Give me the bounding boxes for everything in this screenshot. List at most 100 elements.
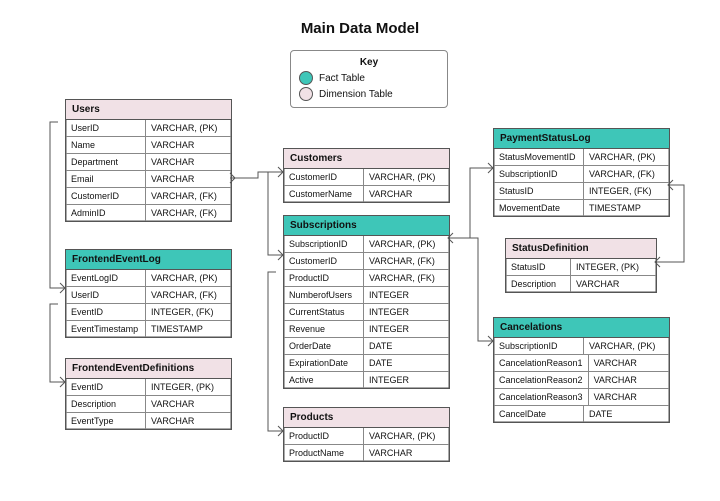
column-row: ActiveINTEGER bbox=[284, 371, 449, 388]
column-type: TIMESTAMP bbox=[584, 200, 669, 216]
column-name: UserID bbox=[66, 120, 146, 136]
column-name: EventID bbox=[66, 304, 146, 320]
legend: Key Fact Table Dimension Table bbox=[290, 50, 448, 108]
column-name: ProductName bbox=[284, 445, 364, 461]
entity-header: Subscriptions bbox=[284, 216, 449, 236]
column-name: Revenue bbox=[284, 321, 364, 337]
column-row: CurrentStatusINTEGER bbox=[284, 303, 449, 320]
column-row: StatusIDINTEGER, (PK) bbox=[506, 259, 656, 275]
legend-title: Key bbox=[299, 57, 439, 68]
entity-rows: StatusIDINTEGER, (PK)DescriptionVARCHAR bbox=[506, 259, 656, 292]
legend-row-fact: Fact Table bbox=[299, 71, 439, 85]
column-type: VARCHAR, (FK) bbox=[364, 270, 449, 286]
entity-header: FrontendEventLog bbox=[66, 250, 231, 270]
entity-customers: Customers CustomerIDVARCHAR, (PK)Custome… bbox=[283, 148, 450, 203]
column-row: OrderDateDATE bbox=[284, 337, 449, 354]
column-row: RevenueINTEGER bbox=[284, 320, 449, 337]
column-name: NumberofUsers bbox=[284, 287, 364, 303]
column-name: StatusID bbox=[506, 259, 571, 275]
legend-fact-label: Fact Table bbox=[319, 73, 365, 84]
column-type: VARCHAR, (PK) bbox=[364, 236, 449, 252]
column-row: CustomerNameVARCHAR bbox=[284, 185, 449, 202]
entity-rows: UserIDVARCHAR, (PK)NameVARCHARDepartment… bbox=[66, 120, 231, 221]
column-row: DepartmentVARCHAR bbox=[66, 153, 231, 170]
column-row: MovementDateTIMESTAMP bbox=[494, 199, 669, 216]
column-type: VARCHAR bbox=[146, 171, 231, 187]
entity-rows: CustomerIDVARCHAR, (PK)CustomerNameVARCH… bbox=[284, 169, 449, 202]
column-row: CancelationReason3VARCHAR bbox=[494, 388, 669, 405]
legend-dim-label: Dimension Table bbox=[319, 89, 393, 100]
entity-rows: StatusMovementIDVARCHAR, (PK)Subscriptio… bbox=[494, 149, 669, 216]
column-row: EmailVARCHAR bbox=[66, 170, 231, 187]
column-row: StatusMovementIDVARCHAR, (PK) bbox=[494, 149, 669, 165]
column-name: Description bbox=[506, 276, 571, 292]
column-type: VARCHAR bbox=[146, 137, 231, 153]
column-name: SubscriptionID bbox=[494, 166, 584, 182]
column-type: VARCHAR bbox=[146, 396, 231, 412]
column-name: SubscriptionID bbox=[494, 338, 584, 354]
column-name: CancelationReason1 bbox=[494, 355, 589, 371]
column-row: DescriptionVARCHAR bbox=[66, 395, 231, 412]
column-row: ProductNameVARCHAR bbox=[284, 444, 449, 461]
column-name: CustomerID bbox=[66, 188, 146, 204]
column-row: CancelDateDATE bbox=[494, 405, 669, 422]
column-row: UserIDVARCHAR, (PK) bbox=[66, 120, 231, 136]
legend-row-dim: Dimension Table bbox=[299, 87, 439, 101]
entity-products: Products ProductIDVARCHAR, (PK)ProductNa… bbox=[283, 407, 450, 462]
column-row: ProductIDVARCHAR, (FK) bbox=[284, 269, 449, 286]
column-row: CustomerIDVARCHAR, (FK) bbox=[66, 187, 231, 204]
entity-frontend-event-definitions: FrontendEventDefinitions EventIDINTEGER,… bbox=[65, 358, 232, 430]
column-name: Description bbox=[66, 396, 146, 412]
column-type: INTEGER, (FK) bbox=[146, 304, 231, 320]
column-row: DescriptionVARCHAR bbox=[506, 275, 656, 292]
column-type: DATE bbox=[364, 355, 449, 371]
entity-cancelations: Cancelations SubscriptionIDVARCHAR, (PK)… bbox=[493, 317, 670, 423]
column-type: VARCHAR, (PK) bbox=[364, 169, 449, 185]
column-name: CancelationReason2 bbox=[494, 372, 589, 388]
column-row: AdminIDVARCHAR, (FK) bbox=[66, 204, 231, 221]
column-type: VARCHAR bbox=[571, 276, 656, 292]
column-row: UserIDVARCHAR, (FK) bbox=[66, 286, 231, 303]
column-type: DATE bbox=[364, 338, 449, 354]
fact-swatch-icon bbox=[299, 71, 313, 85]
column-type: INTEGER bbox=[364, 304, 449, 320]
entity-rows: EventIDINTEGER, (PK)DescriptionVARCHAREv… bbox=[66, 379, 231, 429]
column-name: EventTimestamp bbox=[66, 321, 146, 337]
entity-header: Products bbox=[284, 408, 449, 428]
column-row: NameVARCHAR bbox=[66, 136, 231, 153]
column-row: CancelationReason2VARCHAR bbox=[494, 371, 669, 388]
column-type: VARCHAR bbox=[364, 186, 449, 202]
column-type: VARCHAR bbox=[146, 154, 231, 170]
column-name: EventLogID bbox=[66, 270, 146, 286]
column-row: CustomerIDVARCHAR, (FK) bbox=[284, 252, 449, 269]
column-row: EventIDINTEGER, (PK) bbox=[66, 379, 231, 395]
entity-payment-status-log: PaymentStatusLog StatusMovementIDVARCHAR… bbox=[493, 128, 670, 217]
column-name: CustomerID bbox=[284, 169, 364, 185]
column-row: SubscriptionIDVARCHAR, (FK) bbox=[494, 165, 669, 182]
column-name: StatusMovementID bbox=[494, 149, 584, 165]
column-name: ExpirationDate bbox=[284, 355, 364, 371]
entity-users: Users UserIDVARCHAR, (PK)NameVARCHARDepa… bbox=[65, 99, 232, 222]
column-row: NumberofUsersINTEGER bbox=[284, 286, 449, 303]
column-type: VARCHAR bbox=[589, 355, 674, 371]
column-type: VARCHAR, (PK) bbox=[146, 120, 231, 136]
entity-header: PaymentStatusLog bbox=[494, 129, 669, 149]
column-name: Department bbox=[66, 154, 146, 170]
column-name: CancelDate bbox=[494, 406, 584, 422]
entity-header: StatusDefinition bbox=[506, 239, 656, 259]
column-type: INTEGER bbox=[364, 321, 449, 337]
column-type: VARCHAR bbox=[146, 413, 231, 429]
column-name: UserID bbox=[66, 287, 146, 303]
column-row: CancelationReason1VARCHAR bbox=[494, 354, 669, 371]
column-row: CustomerIDVARCHAR, (PK) bbox=[284, 169, 449, 185]
column-name: SubscriptionID bbox=[284, 236, 364, 252]
column-row: StatusIDINTEGER, (FK) bbox=[494, 182, 669, 199]
column-type: VARCHAR bbox=[589, 372, 674, 388]
entity-header: FrontendEventDefinitions bbox=[66, 359, 231, 379]
column-row: EventLogIDVARCHAR, (PK) bbox=[66, 270, 231, 286]
column-type: INTEGER, (FK) bbox=[584, 183, 669, 199]
column-name: ProductID bbox=[284, 428, 364, 444]
column-name: Name bbox=[66, 137, 146, 153]
column-name: ProductID bbox=[284, 270, 364, 286]
column-name: CustomerID bbox=[284, 253, 364, 269]
